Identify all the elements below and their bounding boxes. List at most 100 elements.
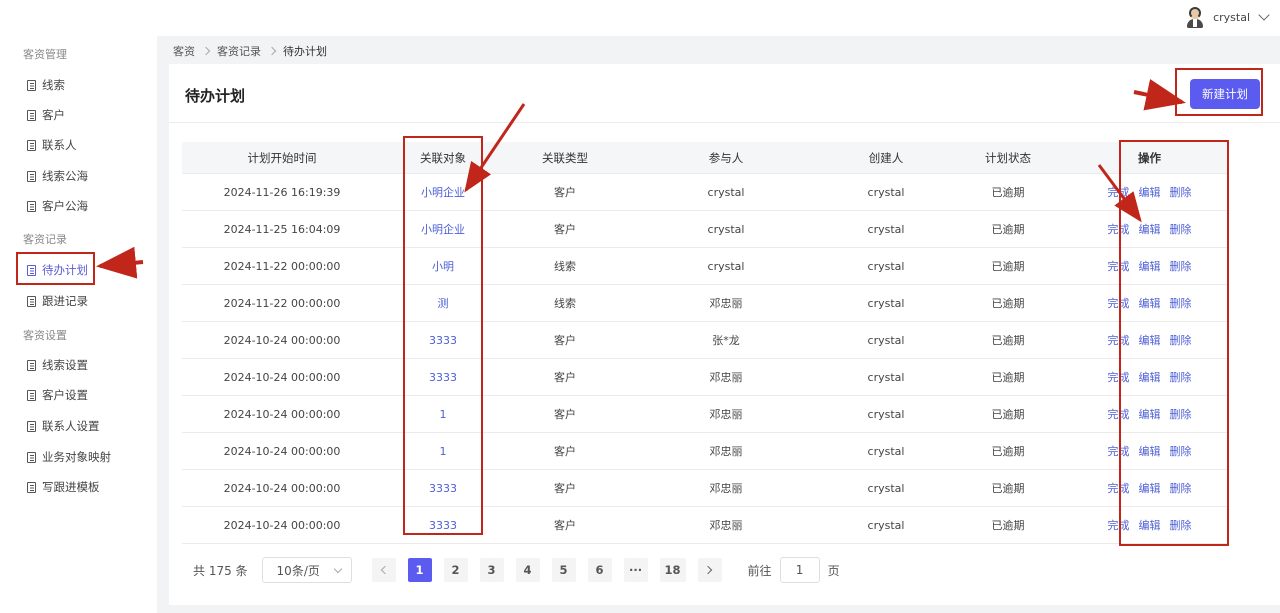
- sidebar-item-lead-pool[interactable]: 线索公海: [27, 166, 88, 186]
- edit-button[interactable]: 编辑: [1139, 480, 1161, 496]
- delete-button[interactable]: 删除: [1170, 443, 1192, 459]
- cell-related-object-link[interactable]: 小明企业: [382, 221, 504, 237]
- edit-button[interactable]: 编辑: [1139, 517, 1161, 533]
- cell-start-time: 2024-10-24 00:00:00: [223, 333, 341, 347]
- cell-related-object-link[interactable]: 测: [382, 295, 504, 311]
- page-button[interactable]: 18: [659, 558, 686, 582]
- cell-creator: crystal: [867, 407, 905, 421]
- sidebar-item-lead-settings[interactable]: 线索设置: [27, 355, 88, 375]
- delete-button[interactable]: 删除: [1170, 221, 1192, 237]
- edit-button[interactable]: 编辑: [1139, 295, 1161, 311]
- cell-related-type: 线索: [554, 297, 576, 310]
- sidebar-item-customer-pool[interactable]: 客户公海: [27, 196, 88, 216]
- sidebar-item-customers[interactable]: 客户: [27, 105, 65, 125]
- avatar[interactable]: [1185, 6, 1205, 28]
- complete-button[interactable]: 完成: [1108, 184, 1130, 200]
- page-button[interactable]: 3: [479, 558, 504, 582]
- cell-related-object-link[interactable]: 1: [382, 445, 504, 458]
- cell-participant: crystal: [707, 222, 745, 236]
- cell-related-object-link[interactable]: 3333: [382, 482, 504, 495]
- chevron-right-icon: [703, 565, 713, 575]
- complete-button[interactable]: 完成: [1108, 406, 1130, 422]
- cell-creator: crystal: [867, 370, 905, 384]
- document-icon: [27, 481, 36, 493]
- table-row: 2024-10-24 00:00:00 3333 客户 邓忠丽 crystal 已逾期 完成…: [182, 470, 1229, 507]
- delete-button[interactable]: 删除: [1170, 184, 1192, 200]
- breadcrumb-item[interactable]: 客资: [173, 43, 195, 59]
- page-title: 待办计划: [185, 87, 246, 105]
- edit-button[interactable]: 编辑: [1139, 221, 1161, 237]
- breadcrumb-item[interactable]: 客资记录: [217, 43, 261, 59]
- cell-related-type: 线索: [554, 260, 576, 273]
- sidebar-item-contacts[interactable]: 联系人: [27, 135, 77, 155]
- complete-button[interactable]: 完成: [1108, 369, 1130, 385]
- page-size-select[interactable]: 10条/页: [261, 557, 352, 583]
- cell-participant: crystal: [707, 259, 745, 273]
- more-pages-button[interactable]: ···: [623, 558, 648, 582]
- chevron-down-icon[interactable]: [1258, 9, 1270, 21]
- document-icon: [27, 451, 36, 463]
- complete-button[interactable]: 完成: [1108, 480, 1130, 496]
- cell-status: 已逾期: [991, 445, 1025, 458]
- edit-button[interactable]: 编辑: [1139, 406, 1161, 422]
- cell-start-time: 2024-11-26 16:19:39: [223, 185, 341, 199]
- table-row: 2024-11-25 16:04:09 小明企业 客户 crystal crystal 已…: [182, 211, 1229, 248]
- cell-status: 已逾期: [991, 408, 1025, 421]
- page-button[interactable]: 6: [587, 558, 612, 582]
- edit-button[interactable]: 编辑: [1139, 443, 1161, 459]
- cell-start-time: 2024-10-24 00:00:00: [223, 407, 341, 421]
- delete-button[interactable]: 删除: [1170, 406, 1192, 422]
- username[interactable]: crystal: [1213, 11, 1250, 24]
- edit-button[interactable]: 编辑: [1139, 184, 1161, 200]
- complete-button[interactable]: 完成: [1108, 443, 1130, 459]
- complete-button[interactable]: 完成: [1108, 517, 1130, 533]
- cell-status: 已逾期: [991, 260, 1025, 273]
- cell-status: 已逾期: [991, 297, 1025, 310]
- sidebar-item-follow-up-template[interactable]: 写跟进模板: [27, 477, 100, 497]
- cell-participant: 邓忠丽: [709, 445, 743, 458]
- cell-related-object-link[interactable]: 3333: [382, 334, 504, 347]
- sidebar-item-leads[interactable]: 线索: [27, 75, 65, 95]
- prev-page-button[interactable]: [371, 558, 396, 582]
- sidebar-item-customer-settings[interactable]: 客户设置: [27, 385, 88, 405]
- cell-related-object-link[interactable]: 1: [382, 408, 504, 421]
- cell-related-object-link[interactable]: 小明: [382, 258, 504, 274]
- cell-related-object-link[interactable]: 3333: [382, 519, 504, 532]
- plans-table: 计划开始时间 关联对象 关联类型 参与人 创建人 计划状态 操作 2024-11…: [182, 142, 1229, 544]
- cell-related-object-link[interactable]: 小明企业: [382, 184, 504, 200]
- delete-button[interactable]: 删除: [1170, 332, 1192, 348]
- page-button[interactable]: 5: [551, 558, 576, 582]
- document-icon: [27, 200, 36, 212]
- page-button[interactable]: 1: [407, 558, 432, 582]
- page-button[interactable]: 2: [443, 558, 468, 582]
- user-menu[interactable]: crystal: [1185, 6, 1270, 28]
- cell-creator: crystal: [867, 259, 905, 273]
- delete-button[interactable]: 删除: [1170, 517, 1192, 533]
- sidebar-item-follow-up-records[interactable]: 跟进记录: [27, 291, 88, 311]
- complete-button[interactable]: 完成: [1108, 221, 1130, 237]
- delete-button[interactable]: 删除: [1170, 295, 1192, 311]
- table-row: 2024-10-24 00:00:00 1 客户 邓忠丽 crystal 已逾期 完成 编辑删…: [182, 433, 1229, 470]
- sidebar-item-contact-settings[interactable]: 联系人设置: [27, 416, 100, 436]
- pagination: 共 175 条 10条/页 1 2 3 4 5 6 ··· 18 前往 1 页: [193, 557, 840, 583]
- next-page-button[interactable]: [697, 558, 722, 582]
- delete-button[interactable]: 删除: [1170, 480, 1192, 496]
- complete-button[interactable]: 完成: [1108, 295, 1130, 311]
- column-header: 操作: [1138, 150, 1161, 165]
- cell-start-time: 2024-10-24 00:00:00: [223, 481, 341, 495]
- sidebar-item-todo-plans[interactable]: 待办计划: [27, 260, 88, 280]
- goto-page-input[interactable]: 1: [779, 557, 820, 583]
- sidebar-group-customer-management: 客资管理: [23, 48, 67, 61]
- complete-button[interactable]: 完成: [1108, 258, 1130, 274]
- sidebar-item-business-object-mapping[interactable]: 业务对象映射: [27, 447, 111, 467]
- delete-button[interactable]: 删除: [1170, 369, 1192, 385]
- complete-button[interactable]: 完成: [1108, 332, 1130, 348]
- edit-button[interactable]: 编辑: [1139, 369, 1161, 385]
- cell-related-object-link[interactable]: 3333: [382, 371, 504, 384]
- page-button[interactable]: 4: [515, 558, 540, 582]
- delete-button[interactable]: 删除: [1170, 258, 1192, 274]
- cell-participant: 邓忠丽: [709, 408, 743, 421]
- edit-button[interactable]: 编辑: [1139, 332, 1161, 348]
- edit-button[interactable]: 编辑: [1139, 258, 1161, 274]
- new-plan-button[interactable]: 新建计划: [1190, 79, 1260, 109]
